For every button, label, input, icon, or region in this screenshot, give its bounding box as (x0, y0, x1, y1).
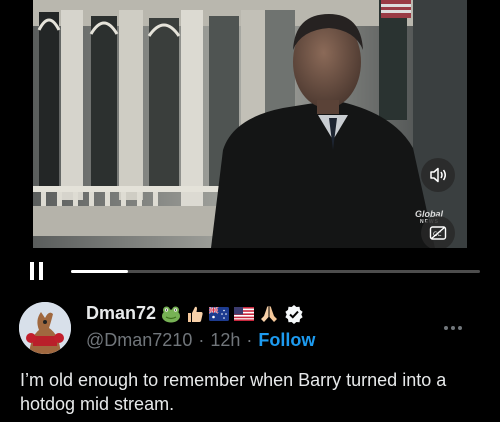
thumbs-up-icon (186, 305, 204, 323)
display-name[interactable]: Dman72 (86, 303, 156, 324)
post-time[interactable]: 12h (210, 330, 240, 351)
separator-dot: · (198, 330, 205, 350)
display-name-row[interactable]: Dman72 (86, 303, 304, 324)
video-progress-fill (71, 270, 129, 273)
verified-badge-icon[interactable] (284, 304, 304, 324)
avatar[interactable] (19, 302, 71, 354)
more-options-button[interactable] (439, 318, 467, 338)
more-icon (444, 326, 448, 330)
video-player[interactable]: Global NEWS CC (33, 0, 467, 248)
frog-icon (161, 305, 181, 323)
post-text: I’m old enough to remember when Barry tu… (20, 370, 447, 414)
praying-hands-icon (259, 305, 279, 323)
captions-icon: CC (429, 226, 447, 240)
user-handle[interactable]: @Dman7210 (86, 330, 192, 351)
separator-dot: · (246, 330, 253, 350)
kangaroo-avatar-image (19, 302, 71, 354)
pause-icon (30, 262, 34, 280)
volume-icon (430, 167, 446, 183)
usa-flag-icon (234, 306, 255, 321)
handle-line: @Dman7210 · 12h · Follow (86, 330, 315, 351)
captions-button[interactable]: CC (421, 216, 455, 248)
video-progress-bar[interactable] (71, 270, 480, 273)
pause-button[interactable] (30, 262, 54, 282)
follow-button[interactable]: Follow (258, 330, 315, 351)
video-frame (33, 0, 467, 248)
volume-button[interactable] (421, 158, 455, 192)
australia-flag-icon (209, 306, 230, 321)
